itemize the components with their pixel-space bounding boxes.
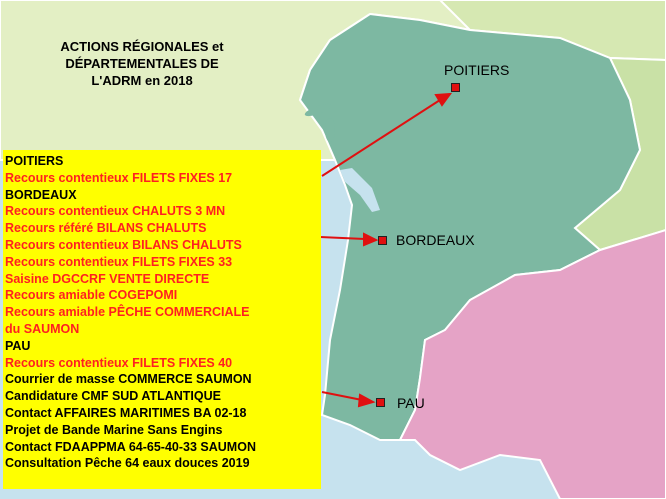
title-line-2: DÉPARTEMENTALES DE (65, 56, 219, 71)
pau-marker (376, 398, 385, 407)
city-heading: PAU (5, 338, 31, 353)
title-line-1: ACTIONS RÉGIONALES et (60, 39, 224, 54)
bordeaux-label: BORDEAUX (396, 232, 475, 248)
action-item: Recours amiable PÊCHE COMMERCIALE (5, 305, 250, 320)
action-item: Contact FDAAPPMA 64-65-40-33 SAUMON (5, 439, 256, 454)
poitiers-marker (451, 83, 460, 92)
action-item: Recours contentieux FILETS FIXES 40 (5, 355, 233, 370)
bordeaux-marker (378, 236, 387, 245)
action-item: Recours amiable COGEPOMI (5, 288, 178, 303)
action-item: Recours contentieux FILETS FIXES 33 (5, 254, 233, 269)
action-item: Recours contentieux CHALUTS 3 MN (5, 204, 226, 219)
action-item: Recours contentieux BILANS CHALUTS (5, 237, 242, 252)
city-heading: BORDEAUX (5, 187, 77, 202)
action-item: Contact AFFAIRES MARITIMES BA 02-18 (5, 405, 247, 420)
poitiers-label: POITIERS (444, 62, 510, 78)
city-heading: POITIERS (5, 154, 64, 168)
map-title: ACTIONS RÉGIONALES et DÉPARTEMENTALES DE… (22, 38, 262, 89)
pau-label: PAU (397, 395, 425, 411)
action-item: du SAUMON (5, 321, 80, 336)
island (325, 118, 335, 142)
title-line-3: L'ADRM en 2018 (91, 73, 193, 88)
action-item: Recours contentieux FILETS FIXES 17 (5, 170, 233, 185)
action-item: Consultation Pêche 64 eaux douces 2019 (5, 456, 250, 471)
action-item: Projet de Bande Marine Sans Engins (5, 422, 223, 437)
action-item: Courrier de masse COMMERCE SAUMON (5, 372, 252, 387)
action-item: Recours référé BILANS CHALUTS (5, 221, 207, 236)
action-item: Candidature CMF SUD ATLANTIQUE (5, 389, 221, 404)
actions-panel: POITIERS Recours contentieux FILETS FIXES… (3, 150, 321, 489)
action-item: Saisine DGCCRF VENTE DIRECTE (5, 271, 210, 286)
